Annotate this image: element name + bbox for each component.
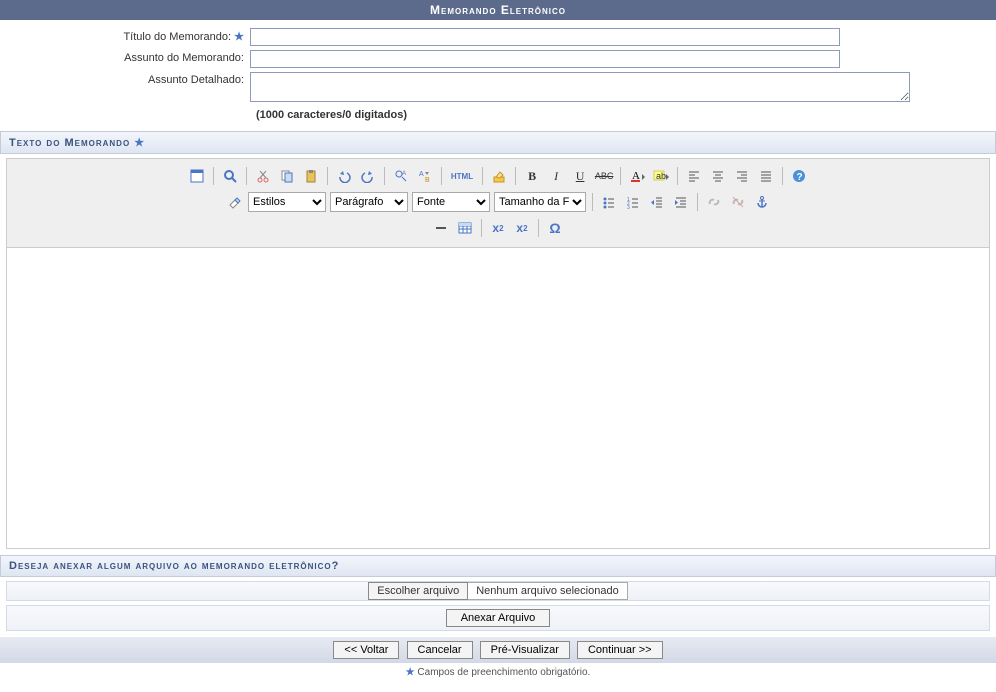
detalhado-label: Assunto Detalhado: [10,72,250,86]
anexar-row: Anexar Arquivo [6,605,990,631]
paste-icon[interactable] [301,166,321,186]
bg-color-icon[interactable]: ab [651,166,671,186]
eraser-icon[interactable] [224,192,244,212]
svg-text:B: B [425,177,430,183]
outdent-icon[interactable] [647,192,667,212]
paragraph-select[interactable]: Parágrafo [330,192,408,212]
copy-icon[interactable] [277,166,297,186]
required-star-icon: ★ [134,137,145,149]
footer-actions: << Voltar Cancelar Pré-Visualizar Contin… [0,637,996,663]
anchor-icon[interactable] [752,192,772,212]
help-icon[interactable]: ? [789,166,809,186]
font-select[interactable]: Fonte [412,192,490,212]
voltar-button[interactable]: << Voltar [333,641,399,659]
source-icon[interactable] [187,166,207,186]
svg-text:3: 3 [627,205,630,209]
svg-text:?: ? [797,172,803,183]
titulo-label: Título do Memorando: ★ [10,28,250,43]
svg-text:A: A [402,171,406,177]
align-center-icon[interactable] [708,166,728,186]
titulo-input[interactable] [250,28,840,46]
legend: ★ Campos de preenchimento obrigatório. [0,663,996,682]
text-color-icon[interactable]: A [627,166,647,186]
file-chooser-row: Escolher arquivoNenhum arquivo seleciona… [6,581,990,601]
page-title: Memorando Eletrônico [430,3,566,17]
required-star-icon: ★ [406,667,415,678]
preview-icon[interactable] [220,166,240,186]
unlink-icon[interactable] [728,192,748,212]
preview-button[interactable]: Pré-Visualizar [480,641,570,659]
editor-toolbar: A AB HTML B I U ABC A ab ? Estilos Parág [7,159,989,248]
editor-content[interactable] [7,248,989,548]
continuar-button[interactable]: Continuar >> [577,641,663,659]
fontsize-select[interactable]: Tamanho da Fo [494,192,586,212]
italic-icon[interactable]: I [546,166,566,186]
form-area: Título do Memorando: ★ Assunto do Memora… [0,20,996,125]
html-icon[interactable]: HTML [448,166,476,186]
svg-text:ab: ab [656,171,666,181]
align-right-icon[interactable] [732,166,752,186]
remove-format-icon[interactable] [489,166,509,186]
bullet-list-icon[interactable] [599,192,619,212]
assunto-label: Assunto do Memorando: [10,50,250,64]
choose-file-button[interactable]: Escolher arquivo [368,582,468,600]
cut-icon[interactable] [253,166,273,186]
replace-icon[interactable]: AB [415,166,435,186]
file-status-text: Nenhum arquivo selecionado [468,582,627,600]
char-count: (1000 caracteres/0 digitados) [256,109,986,121]
align-left-icon[interactable] [684,166,704,186]
detalhado-textarea[interactable] [250,72,910,102]
table-icon[interactable] [455,218,475,238]
indent-icon[interactable] [671,192,691,212]
page-header: Memorando Eletrônico [0,0,996,20]
number-list-icon[interactable]: 123 [623,192,643,212]
find-icon[interactable]: A [391,166,411,186]
subscript-icon[interactable]: x2 [488,218,508,238]
strike-icon[interactable]: ABC [594,166,614,186]
hr-icon[interactable] [431,218,451,238]
align-justify-icon[interactable] [756,166,776,186]
section-attach-header: Deseja anexar algum arquivo ao memorando… [0,555,996,577]
undo-icon[interactable] [334,166,354,186]
section-texto-header: Texto do Memorando ★ [0,131,996,154]
bold-icon[interactable]: B [522,166,542,186]
link-icon[interactable] [704,192,724,212]
styles-select[interactable]: Estilos [248,192,326,212]
underline-icon[interactable]: U [570,166,590,186]
assunto-input[interactable] [250,50,840,68]
cancelar-button[interactable]: Cancelar [407,641,473,659]
svg-text:A: A [419,171,424,178]
superscript-icon[interactable]: x2 [512,218,532,238]
special-char-icon[interactable]: Ω [545,218,565,238]
rich-editor: A AB HTML B I U ABC A ab ? Estilos Parág [6,158,990,549]
redo-icon[interactable] [358,166,378,186]
required-star-icon: ★ [234,31,244,43]
anexar-button[interactable]: Anexar Arquivo [446,609,551,627]
